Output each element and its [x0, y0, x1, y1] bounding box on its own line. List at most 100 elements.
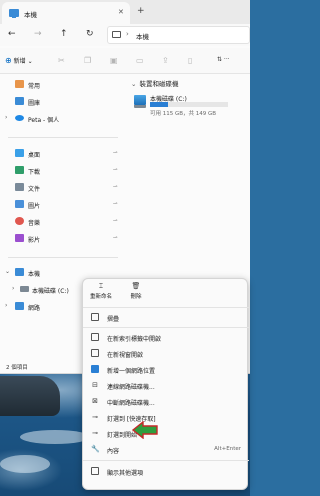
sidebar-item-documents[interactable]: 文件 ⊸ [0, 181, 124, 194]
close-tab-icon[interactable]: ✕ [118, 8, 124, 16]
chevron-right-icon[interactable]: › [5, 302, 7, 309]
new-tab-icon [91, 333, 99, 341]
properties-icon: 🔧 [91, 445, 100, 453]
sidebar-item-label: 常用 [28, 83, 41, 90]
breadcrumb[interactable]: 本機 [136, 31, 149, 41]
network-location-icon [91, 365, 99, 373]
chevron-right-icon[interactable]: › [5, 114, 7, 121]
menu-item-pin-quick-access[interactable]: ⊸ 釘選到 [快速存取] [83, 410, 249, 424]
rename-icon: ⌶ [98, 282, 104, 290]
rename-label: 重新命名 [89, 294, 112, 300]
rename-icon[interactable]: ▭ [136, 56, 144, 65]
sidebar-item-label: 桌面 [28, 152, 41, 159]
drive-icon [20, 286, 29, 292]
menu-item-collapse[interactable]: 摺疊 [83, 310, 249, 324]
sidebar-item-pictures[interactable]: 圖片 ⊸ [0, 198, 124, 211]
sidebar-item-onedrive[interactable]: › Peta - 個人 [0, 112, 124, 125]
title-bar: 本機 ✕ + [0, 0, 250, 24]
menu-item-label: 摺疊 [107, 316, 120, 323]
chevron-down-icon: ⌄ [131, 80, 137, 88]
drive-usage-fill [150, 102, 168, 107]
breadcrumb-separator: › [126, 30, 129, 38]
more-options-icon [91, 467, 99, 475]
sidebar-item-label: 下載 [28, 169, 41, 176]
menu-item-open-new-tab[interactable]: 在新索引標籤中開啟 [83, 330, 249, 344]
menu-divider [83, 327, 249, 328]
status-bar-text: 2 個項目 [6, 365, 28, 371]
delete-label: 刪除 [130, 294, 142, 300]
new-button[interactable]: ⊕ 新增 ⌄ [5, 56, 33, 65]
sidebar-item-label: 文件 [28, 186, 41, 193]
up-button[interactable]: ↑ [60, 29, 68, 39]
menu-item-map-network-drive[interactable]: ⊟ 連線網路磁碟機... [83, 378, 249, 392]
sidebar-item-home[interactable]: 常用 [0, 78, 124, 91]
download-icon [15, 166, 24, 174]
sort-view-button[interactable]: ⇅ ··· [217, 56, 230, 63]
menu-item-shortcut: Alt+Enter [214, 446, 241, 452]
drive-usage-bar [150, 102, 228, 107]
sidebar-item-label: 網路 [28, 305, 41, 312]
tab-this-pc[interactable]: 本機 ✕ [2, 2, 130, 24]
gallery-icon [15, 97, 24, 105]
chevron-down-icon[interactable]: ⌄ [5, 268, 10, 275]
pin-icon: ⊸ [113, 235, 118, 241]
pin-icon: ⊸ [113, 201, 118, 207]
cut-icon[interactable]: ✂ [58, 56, 65, 65]
sidebar-item-gallery[interactable]: 圖庫 [0, 95, 124, 108]
menu-item-add-network-location[interactable]: 新增一個網路位置 [83, 362, 249, 376]
drive-free-space: 可用 115 GB，共 149 GB [150, 111, 217, 117]
collapse-icon [91, 313, 99, 321]
sidebar-item-desktop[interactable]: 桌面 ⊸ [0, 147, 124, 160]
back-button[interactable]: ← [8, 29, 16, 39]
onedrive-icon [15, 115, 24, 121]
drive-icon [134, 95, 146, 108]
delete-button[interactable]: 🗑 刪除 [121, 282, 151, 302]
forward-button[interactable]: → [34, 29, 42, 39]
pictures-icon [15, 200, 24, 208]
disconnect-drive-icon: ⊠ [92, 397, 98, 405]
menu-item-open-new-window[interactable]: 在新視窗開啟 [83, 346, 249, 360]
pin-icon: ⊸ [113, 150, 118, 156]
menu-item-show-more-options[interactable]: 顯示其他選項 [83, 464, 249, 478]
refresh-button[interactable]: ↻ [86, 29, 94, 39]
home-icon [15, 80, 24, 88]
wallpaper-rock [0, 376, 60, 416]
copy-icon[interactable]: ❐ [84, 56, 91, 65]
context-menu-quick-actions: ⌶ 重新命名 🗑 刪除 [83, 279, 249, 303]
sidebar-item-videos[interactable]: 影片 ⊸ [0, 232, 124, 245]
share-icon[interactable]: ⇪ [162, 56, 169, 65]
drive-tile-c[interactable]: 本機磁碟 (C:) 可用 115 GB，共 149 GB [133, 93, 245, 119]
plus-icon: ⊕ [5, 56, 12, 65]
tab-title: 本機 [24, 11, 37, 19]
menu-item-label: 顯示其他選項 [107, 470, 144, 477]
monitor-icon [112, 31, 121, 38]
pointer-arrow-annotation [132, 421, 158, 439]
menu-item-label: 新增一個網路位置 [107, 368, 156, 375]
devices-group-header[interactable]: ⌄ 裝置和磁碟機 [131, 78, 178, 88]
sidebar-item-label: 本機 [28, 271, 41, 278]
sidebar-item-label: 圖庫 [28, 100, 41, 107]
wallpaper-wave [20, 430, 90, 444]
menu-item-label: 內容 [107, 448, 120, 455]
new-label: 新增 [13, 58, 26, 65]
paste-icon[interactable]: ▣ [110, 56, 118, 65]
monitor-icon [9, 9, 19, 18]
menu-divider [83, 307, 249, 308]
music-icon [15, 217, 24, 225]
add-tab-button[interactable]: + [137, 6, 145, 16]
chevron-down-icon: ⌄ [27, 58, 33, 65]
sidebar-item-music[interactable]: 音樂 ⊸ [0, 215, 124, 228]
menu-item-label: 連線網路磁碟機... [107, 384, 155, 391]
rename-button[interactable]: ⌶ 重新命名 [86, 282, 116, 302]
menu-item-pin-start[interactable]: ⊸ 釘選到開始 [83, 426, 249, 440]
delete-icon[interactable]: ▯ [188, 56, 192, 65]
menu-item-properties[interactable]: 🔧 內容 Alt+Enter [83, 442, 249, 456]
chevron-right-icon[interactable]: › [12, 285, 14, 292]
group-label: 裝置和磁碟機 [139, 80, 179, 88]
divider [8, 257, 118, 258]
sidebar-item-label: 音樂 [28, 220, 41, 227]
address-bar[interactable]: › 本機 [107, 26, 250, 44]
sidebar-item-downloads[interactable]: 下載 ⊸ [0, 164, 124, 177]
menu-item-disconnect-network-drive[interactable]: ⊠ 中斷網路磁碟機... [83, 394, 249, 408]
menu-divider [83, 460, 249, 461]
